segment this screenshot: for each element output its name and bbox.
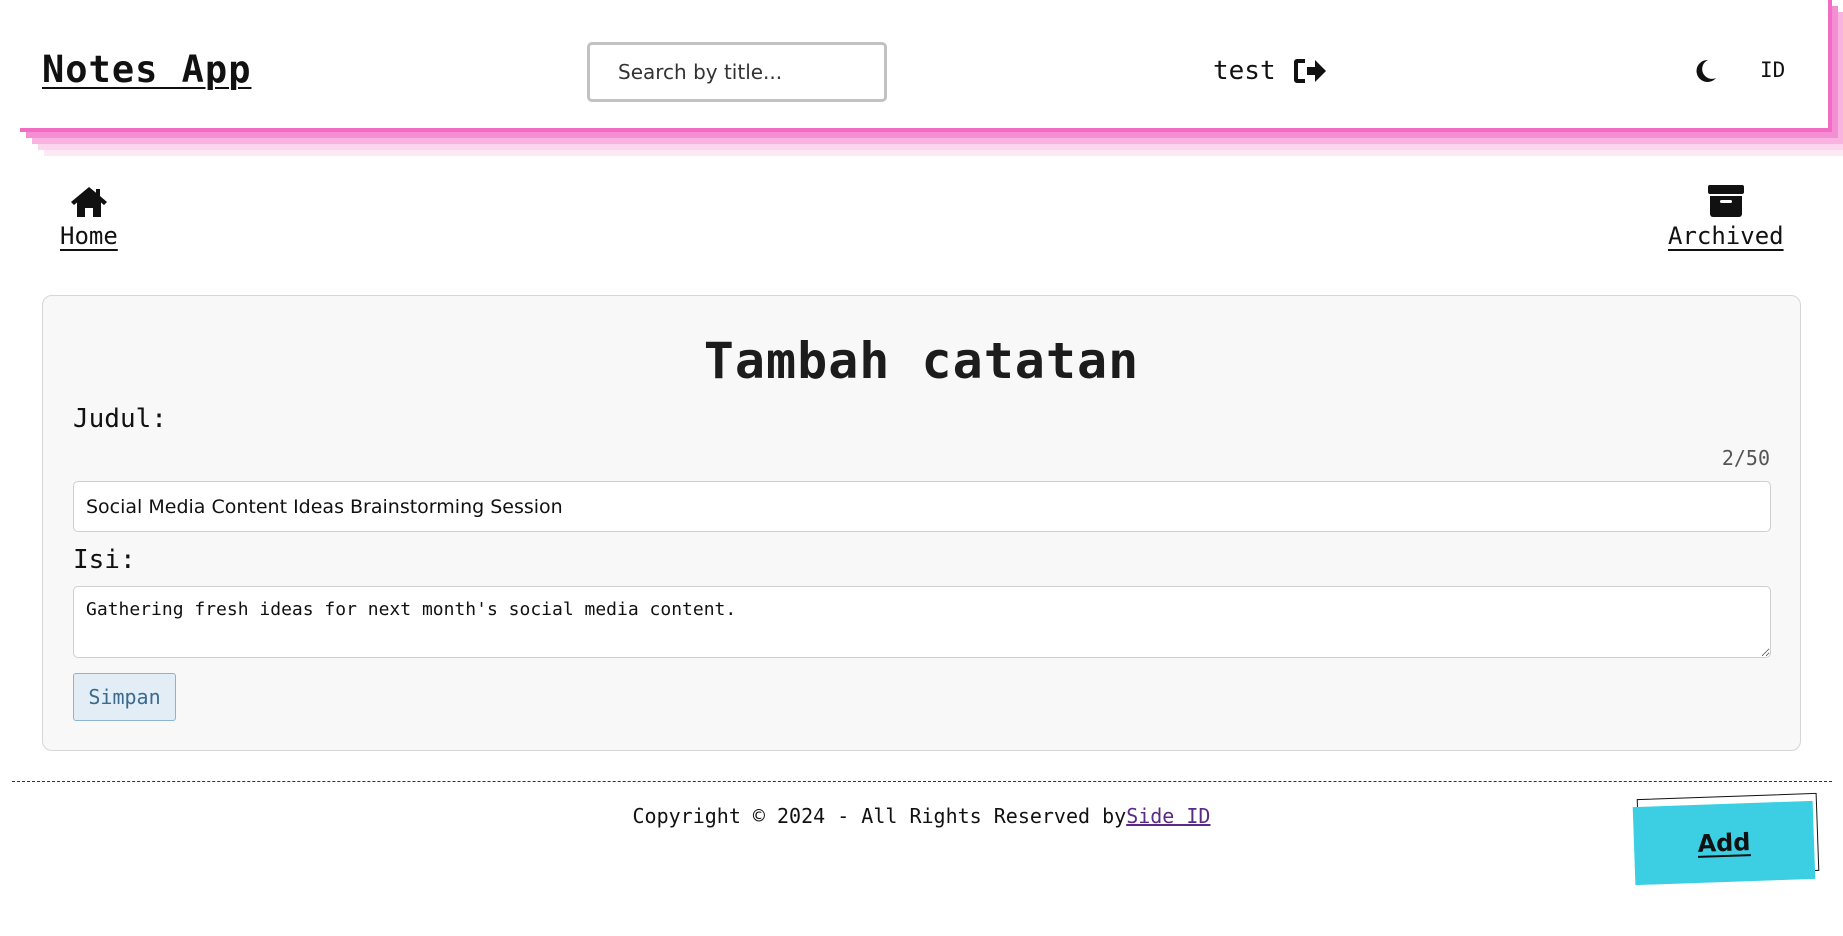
- sign-out-icon[interactable]: [1290, 54, 1330, 88]
- save-button[interactable]: Simpan: [73, 673, 176, 721]
- moon-icon[interactable]: [1690, 55, 1722, 87]
- nav-archived-label: Archived: [1668, 222, 1784, 250]
- title-field-label: Judul:: [73, 404, 167, 434]
- form-title: Tambah catatan: [703, 332, 1140, 390]
- app-header: Notes App test ID: [20, 0, 1832, 132]
- nav-home[interactable]: Home: [60, 178, 118, 250]
- nav-home-label: Home: [60, 222, 118, 250]
- app-brand-link[interactable]: Notes App: [42, 48, 251, 91]
- copyright-text: Copyright © 2024 - All Rights Reserved b…: [632, 804, 1127, 828]
- nav-archived[interactable]: Archived: [1668, 178, 1784, 250]
- body-textarea[interactable]: Gathering fresh ideas for next month's s…: [73, 586, 1771, 658]
- body-field-label: Isi:: [73, 545, 136, 575]
- archive-box-icon: [1707, 178, 1745, 218]
- search-input[interactable]: [587, 42, 887, 102]
- title-char-counter: 2/50: [1721, 446, 1770, 470]
- home-icon: [70, 178, 108, 218]
- user-area: test: [1213, 54, 1330, 88]
- title-input[interactable]: [73, 481, 1771, 532]
- user-name: test: [1213, 56, 1276, 86]
- footer-divider: [12, 781, 1832, 782]
- footer-copyright: Copyright © 2024 - All Rights Reserved b…: [0, 804, 1843, 828]
- author-link[interactable]: Side ID: [1126, 804, 1210, 828]
- add-note-form: Tambah catatan Judul: 2/50 Isi: Gatherin…: [42, 295, 1801, 751]
- add-button[interactable]: Add: [1632, 800, 1816, 886]
- language-toggle[interactable]: ID: [1760, 58, 1785, 82]
- add-note-fab: Add: [1632, 792, 1820, 886]
